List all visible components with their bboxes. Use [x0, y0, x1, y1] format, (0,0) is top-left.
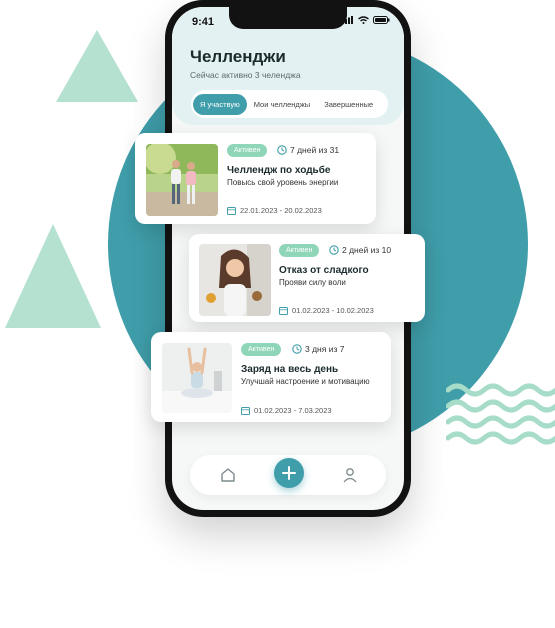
challenge-photo-no-sugar	[199, 244, 271, 316]
progress-days: 3 дня из 7	[292, 344, 344, 354]
challenge-title: Заряд на весь день	[241, 364, 339, 375]
tab-bar: Я участвую Мои челленджы Завершенные	[191, 90, 388, 118]
bottom-nav	[190, 455, 386, 495]
tab-completed[interactable]: Завершенные	[317, 94, 380, 115]
date-range: 01.02.2023 - 7.03.2023	[254, 406, 332, 415]
clock-icon	[277, 145, 287, 155]
tab-participating[interactable]: Я участвую	[193, 93, 247, 115]
phone-notch	[229, 7, 347, 29]
challenge-dates: 22.01.2023 - 20.02.2023	[227, 206, 322, 215]
challenge-photo-walking	[146, 144, 218, 216]
progress-days: 7 дней из 31	[277, 145, 339, 155]
challenge-subtitle: Повысь свой уровень энергии	[227, 178, 339, 187]
user-icon[interactable]	[342, 467, 358, 483]
calendar-icon	[227, 207, 236, 215]
calendar-icon	[241, 407, 250, 415]
progress-days: 2 дней из 10	[329, 245, 391, 255]
status-badge: Активен	[227, 144, 268, 157]
home-icon[interactable]	[220, 467, 236, 483]
challenge-card-walking[interactable]: Активен 7 дней из 31 Челлендж по ходьбе …	[135, 133, 376, 224]
progress-text: 7 дней из 31	[290, 145, 340, 155]
decor-waves	[446, 383, 555, 445]
status-badge: Активен	[241, 343, 282, 356]
challenge-card-energy[interactable]: Активен 3 дня из 7 Заряд на весь день Ул…	[151, 332, 391, 422]
page-title: Челленджи	[190, 47, 286, 66]
signal-icon	[342, 16, 353, 24]
challenge-dates: 01.02.2023 - 10.02.2023	[279, 306, 374, 315]
challenge-dates: 01.02.2023 - 7.03.2023	[241, 406, 332, 415]
clock-icon	[329, 245, 339, 255]
status-time: 9:41	[192, 16, 215, 28]
date-range: 22.01.2023 - 20.02.2023	[240, 206, 322, 215]
challenge-photo-energy	[162, 343, 232, 413]
wifi-icon	[358, 16, 369, 24]
progress-text: 3 дня из 7	[305, 344, 345, 354]
tab-my-challenges[interactable]: Мои челленджы	[247, 94, 317, 115]
calendar-icon	[279, 307, 288, 315]
status-badge: Активен	[279, 244, 320, 257]
date-range: 01.02.2023 - 10.02.2023	[292, 306, 374, 315]
status-icons	[342, 16, 390, 24]
page-subtitle: Сейчас активно 3 челенджа	[190, 70, 301, 80]
decor-triangle-left	[5, 224, 101, 328]
challenge-card-no-sugar[interactable]: Активен 2 дней из 10 Отказ от сладкого П…	[189, 234, 425, 322]
challenge-title: Челлендж по ходьбе	[227, 165, 331, 176]
challenge-title: Отказ от сладкого	[279, 265, 369, 276]
challenge-subtitle: Прояви силу воли	[279, 278, 346, 287]
battery-icon	[373, 16, 390, 24]
decor-triangle-top	[56, 30, 138, 102]
walking-couple-image	[146, 144, 218, 216]
woman-with-fruit-image	[199, 244, 271, 316]
woman-stretching-image	[162, 343, 232, 413]
challenge-subtitle: Улучшай настроение и мотивацию	[241, 377, 370, 386]
progress-text: 2 дней из 10	[342, 245, 392, 255]
add-challenge-button[interactable]	[274, 458, 304, 488]
plus-icon	[282, 466, 296, 480]
clock-icon	[292, 344, 302, 354]
